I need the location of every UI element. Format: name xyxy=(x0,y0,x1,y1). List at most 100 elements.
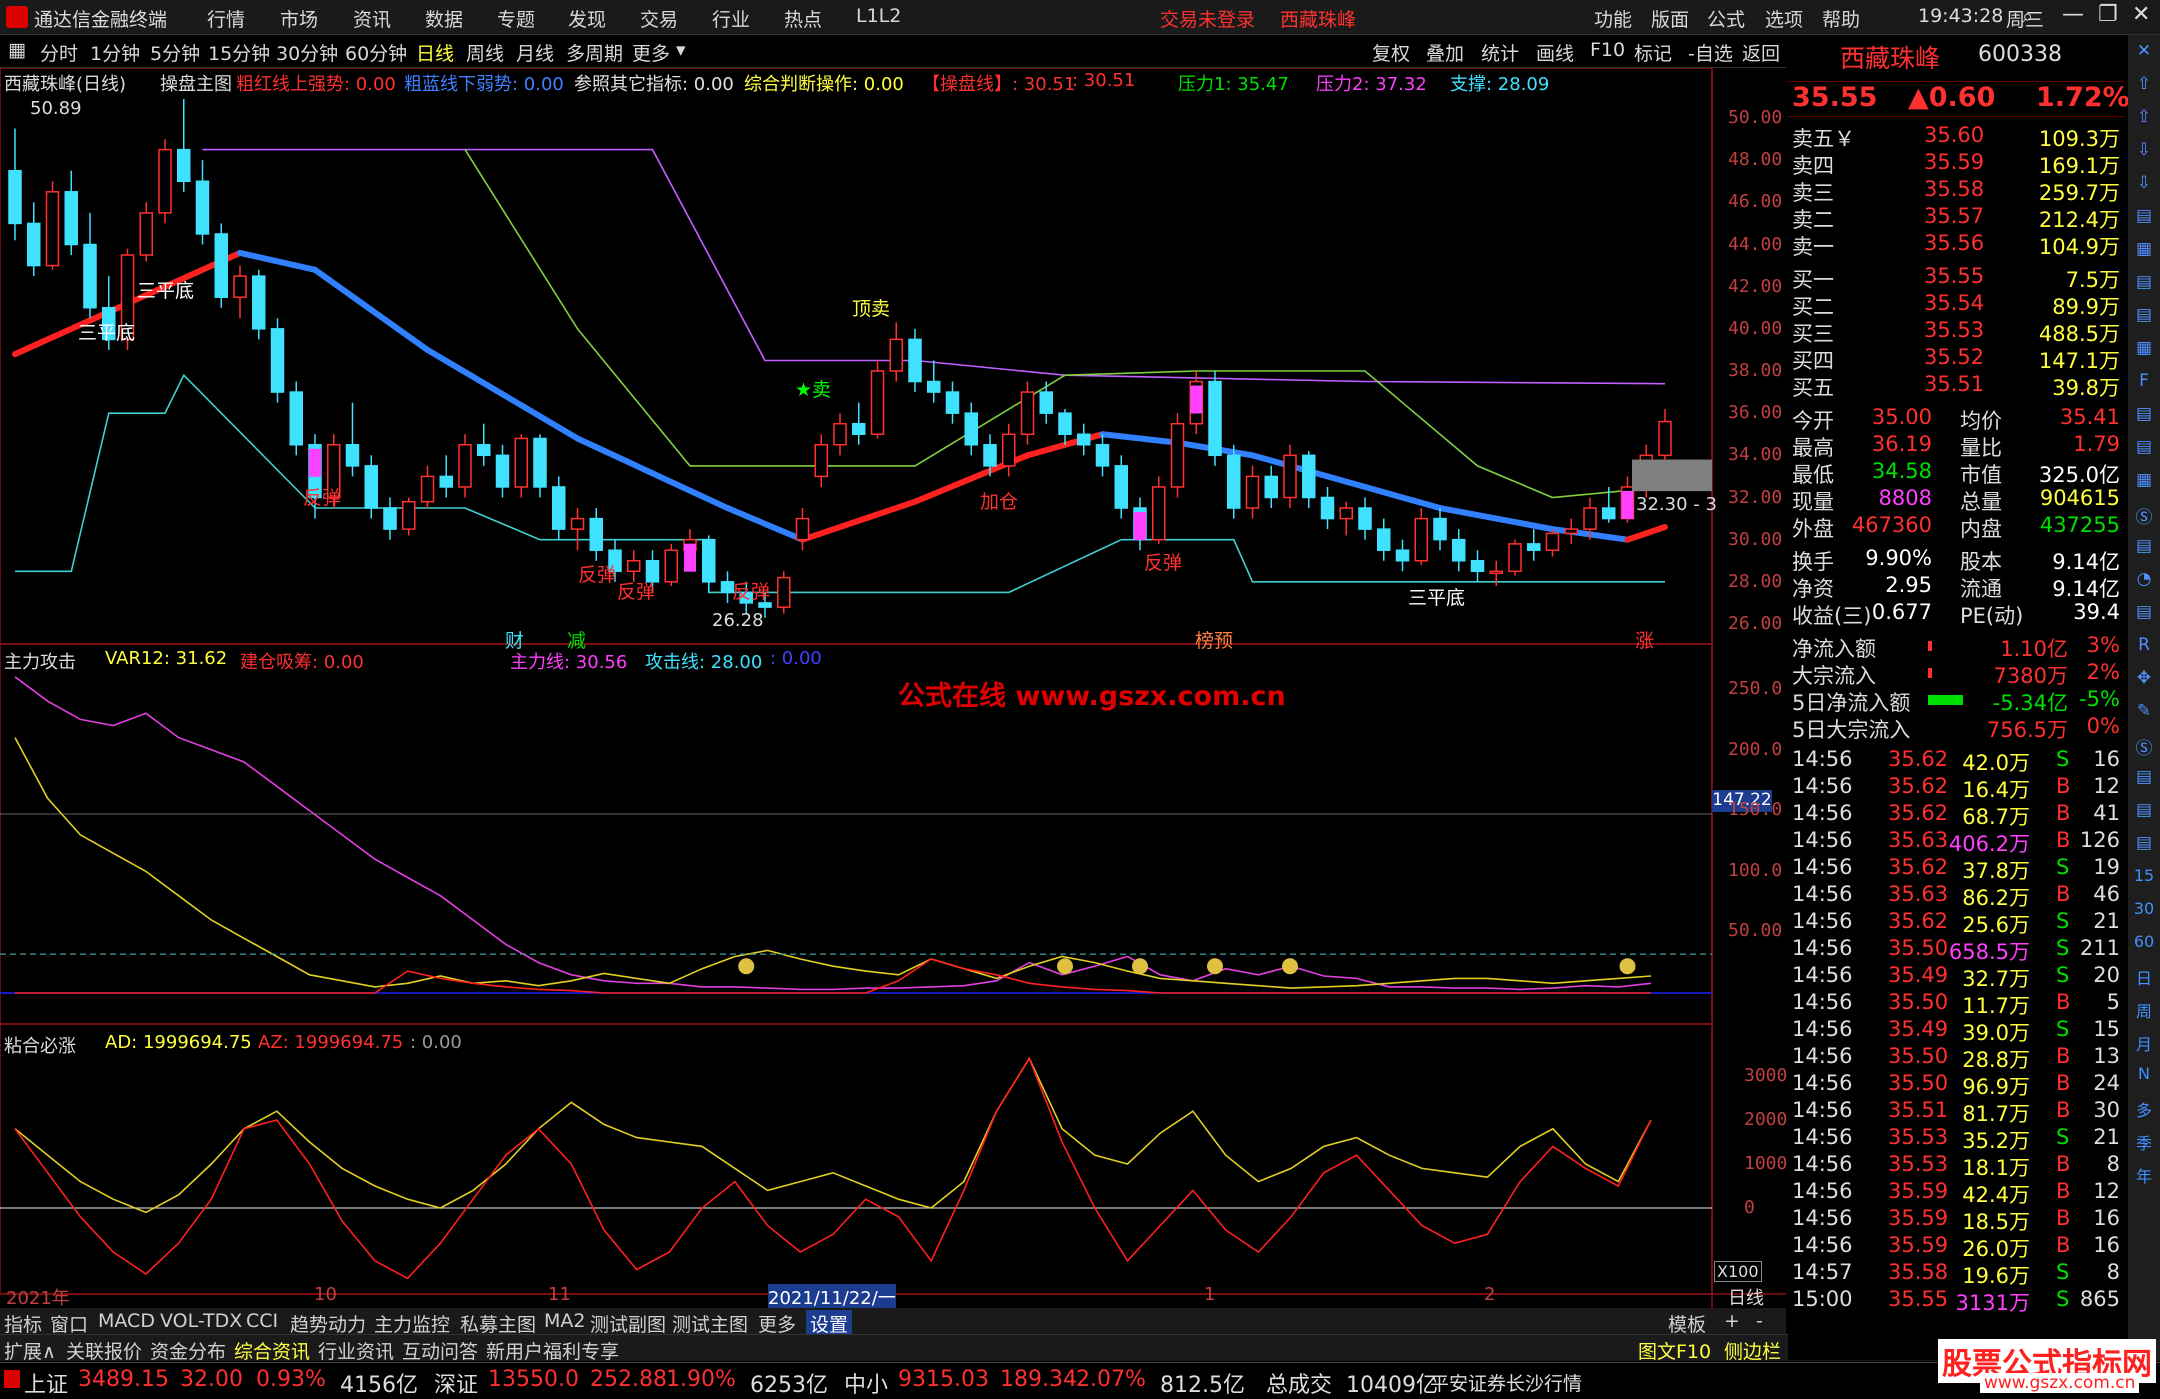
side-period-26[interactable]: 30 xyxy=(2132,899,2156,923)
toolbar-btn-6[interactable]: -自选 xyxy=(1688,39,1733,66)
menu-8[interactable]: 热点 xyxy=(784,5,822,32)
indicator-tab-10[interactable]: 测试主图 xyxy=(672,1310,748,1337)
toolbar-btn-4[interactable]: F10 xyxy=(1590,39,1625,61)
indicator-tab-1[interactable]: 窗口 xyxy=(50,1310,88,1337)
chart-icon[interactable]: ▤ xyxy=(2132,833,2156,857)
toolbar-btn-3[interactable]: 画线 xyxy=(1536,39,1574,66)
side-period-29[interactable]: 周 xyxy=(2132,998,2156,1022)
period-tab-4[interactable]: 30分钟 xyxy=(276,39,338,66)
close-window-icon[interactable]: ✕ xyxy=(2132,2,2150,27)
table-icon[interactable]: ▦ xyxy=(2132,239,2156,263)
toolbar-btn-2[interactable]: 统计 xyxy=(1481,39,1519,66)
up-arrow-icon[interactable]: ⇧ xyxy=(2132,74,2156,98)
panel2-name[interactable]: 主力攻击 xyxy=(4,648,76,674)
main-indicator-name[interactable]: 操盘主图 xyxy=(160,70,232,96)
indicator-tab-9[interactable]: 测试副图 xyxy=(590,1310,666,1337)
chart-icon[interactable]: ▤ xyxy=(2132,272,2156,296)
period-tab-10[interactable]: 更多 xyxy=(632,39,670,66)
rsi-icon[interactable]: R xyxy=(2132,635,2156,659)
pencil-icon[interactable]: ✎ xyxy=(2132,701,2156,725)
side-period-33[interactable]: 季 xyxy=(2132,1130,2156,1154)
side-period-28[interactable]: 日 xyxy=(2132,965,2156,989)
right-menu-0[interactable]: 功能 xyxy=(1594,5,1632,32)
indicator-tab-11[interactable]: 更多 xyxy=(758,1310,796,1337)
indicator-tab-2[interactable]: MACD xyxy=(98,1310,155,1332)
toolbar-btn-1[interactable]: 叠加 xyxy=(1426,39,1464,66)
restore-icon[interactable]: ❐ xyxy=(2098,2,2118,27)
fs-icon[interactable]: Ⓢ xyxy=(2132,734,2156,759)
ext-right-tab-0[interactable]: 图文F10 xyxy=(1638,1337,1711,1364)
side-period-31[interactable]: N xyxy=(2132,1064,2156,1088)
chart-icon[interactable]: ▤ xyxy=(2132,404,2156,428)
menu-7[interactable]: 行业 xyxy=(712,5,750,32)
side-period-25[interactable]: 15 xyxy=(2132,866,2156,890)
menu-3[interactable]: 数据 xyxy=(425,5,463,32)
period-tab-0[interactable]: 分时 xyxy=(40,39,78,66)
panel3-name[interactable]: 粘合必涨 xyxy=(4,1032,76,1058)
chart-icon[interactable]: ▤ xyxy=(2132,206,2156,230)
indicator-tab-8[interactable]: MA2 xyxy=(544,1310,585,1332)
clock-icon[interactable]: ◔ xyxy=(2132,569,2156,593)
right-menu-2[interactable]: 公式 xyxy=(1707,5,1745,32)
period-tab-3[interactable]: 15分钟 xyxy=(208,39,270,66)
x-axis-period[interactable]: 日线 xyxy=(1728,1284,1764,1310)
indicator-tab-12[interactable]: 设置 xyxy=(806,1310,853,1337)
indicator-tab-6[interactable]: 主力监控 xyxy=(374,1310,450,1337)
chart-icon[interactable]: ▤ xyxy=(2132,767,2156,791)
menu-1[interactable]: 市场 xyxy=(280,5,318,32)
chart-icon[interactable]: ▤ xyxy=(2132,602,2156,626)
toolbar-btn-5[interactable]: 标记 xyxy=(1634,39,1672,66)
side-period-34[interactable]: 年 xyxy=(2132,1163,2156,1187)
indicator-tab-4[interactable]: CCI xyxy=(246,1310,278,1332)
search-icon[interactable]: ⌕ xyxy=(2022,4,2033,28)
right-menu-3[interactable]: 选项 xyxy=(1765,5,1803,32)
menu-9[interactable]: L1L2 xyxy=(856,5,901,27)
f10-icon[interactable]: F xyxy=(2132,371,2156,395)
chart-icon[interactable]: ▤ xyxy=(2132,305,2156,329)
ext-tab-3[interactable]: 综合资讯 xyxy=(234,1337,310,1364)
ext-tab-0[interactable]: 扩展∧ xyxy=(4,1337,56,1364)
login-status[interactable]: 交易未登录 xyxy=(1160,5,1255,32)
ext-tab-6[interactable]: 新用户福利专享 xyxy=(486,1337,619,1364)
up-arrow-icon[interactable]: ⇧ xyxy=(2132,107,2156,131)
move-icon[interactable]: ✥ xyxy=(2132,668,2156,692)
ext-tab-4[interactable]: 行业资讯 xyxy=(318,1337,394,1364)
menu-5[interactable]: 发现 xyxy=(568,5,606,32)
right-menu-1[interactable]: 版面 xyxy=(1651,5,1689,32)
table-icon[interactable]: ▦ xyxy=(2132,470,2156,494)
indicator-tab-5[interactable]: 趋势动力 xyxy=(290,1310,366,1337)
fs-icon[interactable]: Ⓢ xyxy=(2132,503,2156,528)
period-dropdown-icon[interactable]: ▾ xyxy=(676,39,686,61)
indicator-tab-3[interactable]: VOL-TDX xyxy=(160,1310,242,1332)
period-tab-9[interactable]: 多周期 xyxy=(566,39,623,66)
index-name[interactable]: 上证 xyxy=(24,1367,68,1399)
chart-area[interactable]: 西藏珠峰(日线) 操盘主图 粗红线上强势: 0.00 粗蓝线下弱势: 0.00 参照… xyxy=(0,68,1798,1310)
side-period-32[interactable]: 多 xyxy=(2132,1097,2156,1121)
chart-icon[interactable]: ▤ xyxy=(2132,437,2156,461)
minimize-icon[interactable]: — xyxy=(2062,2,2084,27)
menu-4[interactable]: 专题 xyxy=(497,5,535,32)
indicator-tab-0[interactable]: 指标 xyxy=(4,1310,42,1337)
chart-icon[interactable]: ▤ xyxy=(2132,536,2156,560)
down-arrow-icon[interactable]: ⇩ xyxy=(2132,173,2156,197)
period-tab-2[interactable]: 5分钟 xyxy=(150,39,200,66)
chart-icon[interactable]: ▤ xyxy=(2132,800,2156,824)
menu-6[interactable]: 交易 xyxy=(640,5,678,32)
main-chart-svg[interactable] xyxy=(0,68,1786,1308)
ext-tab-1[interactable]: 关联报价 xyxy=(66,1337,142,1364)
menu-0[interactable]: 行情 xyxy=(207,5,245,32)
indicator-tab-7[interactable]: 私募主图 xyxy=(460,1310,536,1337)
period-tab-5[interactable]: 60分钟 xyxy=(345,39,407,66)
index-name[interactable]: 中小 xyxy=(844,1367,888,1399)
down-arrow-icon[interactable]: ⇩ xyxy=(2132,140,2156,164)
index-name[interactable]: 深证 xyxy=(434,1367,478,1399)
bottom-right-btn-2[interactable]: - xyxy=(1756,1310,1763,1332)
bottom-right-btn-0[interactable]: 模板 xyxy=(1668,1310,1706,1337)
side-period-30[interactable]: 月 xyxy=(2132,1031,2156,1055)
grid-icon[interactable]: ▦ xyxy=(8,39,26,61)
period-tab-7[interactable]: 周线 xyxy=(466,39,504,66)
close-icon[interactable]: ✕ xyxy=(2132,41,2156,65)
toolbar-btn-0[interactable]: 复权 xyxy=(1372,39,1410,66)
period-tab-1[interactable]: 1分钟 xyxy=(90,39,140,66)
table-icon[interactable]: ▦ xyxy=(2132,338,2156,362)
